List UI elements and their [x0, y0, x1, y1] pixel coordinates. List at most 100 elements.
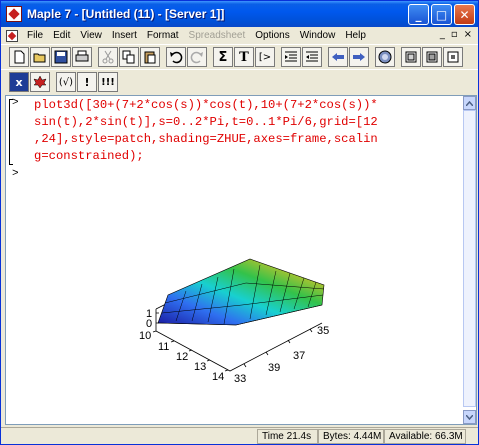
- doc-restore-button[interactable]: ▫: [451, 29, 458, 40]
- open-folder-icon: [33, 53, 46, 63]
- indent-button[interactable]: [281, 47, 301, 67]
- status-bytes: Bytes: 4.44M: [318, 428, 384, 444]
- arrow-right-icon: [353, 53, 365, 61]
- chevron-up-icon: [466, 100, 473, 106]
- execute-all-button[interactable]: !!!: [98, 72, 118, 92]
- main-toolbar: Σ T [>: [1, 44, 478, 69]
- menu-view[interactable]: View: [75, 30, 107, 41]
- open-file-button[interactable]: [30, 47, 50, 67]
- outdent-icon: [306, 51, 318, 62]
- menu-spreadsheet[interactable]: Spreadsheet: [184, 30, 251, 41]
- menu-edit[interactable]: Edit: [48, 30, 75, 41]
- zoom-icon: [405, 51, 417, 63]
- empty-prompt: >: [12, 168, 19, 180]
- stop-icon: [378, 50, 392, 64]
- undo-button[interactable]: [166, 47, 186, 67]
- scissors-icon: [102, 50, 114, 64]
- maple-leaf-icon: [6, 6, 22, 22]
- menu-bar: File Edit View Insert Format Spreadsheet…: [1, 27, 478, 44]
- cut-button[interactable]: [98, 47, 118, 67]
- scroll-down-button[interactable]: [463, 410, 476, 424]
- menu-options[interactable]: Options: [250, 30, 294, 41]
- sigma-button[interactable]: Σ: [213, 47, 233, 67]
- context-toolbar: x (√) ! !!!: [1, 69, 478, 94]
- copy-icon: [122, 50, 135, 64]
- redo-button[interactable]: [187, 47, 207, 67]
- math-mode-button[interactable]: x: [9, 72, 29, 92]
- document-icon[interactable]: [6, 29, 18, 42]
- maximize-button[interactable]: □: [431, 4, 452, 25]
- y-tick-label: 39: [268, 362, 280, 374]
- zoom-out-icon: [447, 51, 459, 63]
- input-prompt: >: [12, 97, 19, 109]
- doc-minimize-button[interactable]: _: [440, 29, 445, 40]
- redo-icon: [190, 51, 203, 64]
- menu-window[interactable]: Window: [295, 30, 341, 41]
- execution-group-button[interactable]: [>: [255, 47, 275, 67]
- title-bar[interactable]: Maple 7 - [Untitled (11) - [Server 1]] _…: [1, 1, 478, 27]
- floppy-disk-icon: [54, 50, 68, 64]
- new-file-button[interactable]: [9, 47, 29, 67]
- input-line: ,24],style=patch,shading=ZHUE,axes=frame…: [34, 132, 378, 146]
- window-title: Maple 7 - [Untitled (11) - [Server 1]]: [27, 7, 225, 21]
- indent-icon: [285, 51, 297, 62]
- x-label: x: [15, 75, 23, 89]
- y-tick-label: 37: [293, 350, 305, 362]
- surface-patch: [157, 258, 325, 326]
- y-tick-label: 33: [234, 373, 246, 385]
- maple-leaf-icon: [33, 75, 47, 89]
- maple-window: Maple 7 - [Untitled (11) - [Server 1]] _…: [0, 0, 479, 445]
- worksheet[interactable]: > plot3d([30+(7+2*cos(s))*cos(t),10+(7+2…: [5, 95, 477, 425]
- undo-icon: [170, 51, 183, 64]
- menu-help[interactable]: Help: [340, 30, 371, 41]
- copy-button[interactable]: [119, 47, 139, 67]
- scroll-thumb[interactable]: [463, 110, 476, 407]
- clipboard-icon: [144, 51, 156, 64]
- status-message: [1, 429, 257, 444]
- window-controls: _ □ ✕: [408, 4, 475, 25]
- y-tick-label: 35: [317, 325, 329, 337]
- x-tick-label: 10: [139, 330, 151, 342]
- scroll-up-button[interactable]: [463, 96, 476, 110]
- plot3d-output[interactable]: 1 0 10 11 12 13 14 33 35 37 39: [128, 251, 368, 391]
- menu-format[interactable]: Format: [142, 30, 184, 41]
- chevron-down-icon: [466, 414, 473, 420]
- minimize-button[interactable]: _: [408, 4, 429, 25]
- status-available: Available: 66.3M: [384, 428, 466, 444]
- zoom-button[interactable]: [401, 47, 421, 67]
- stop-button[interactable]: [375, 47, 395, 67]
- status-bar: Time 21.4s Bytes: 4.44M Available: 66.3M: [1, 427, 478, 444]
- maple-input[interactable]: plot3d([30+(7+2*cos(s))*cos(t),10+(7+2*c…: [34, 97, 469, 165]
- forward-button[interactable]: [349, 47, 369, 67]
- x-tick-label: 12: [176, 351, 188, 363]
- x-tick-label: 14: [212, 371, 224, 383]
- close-button[interactable]: ✕: [454, 4, 475, 25]
- status-time: Time 21.4s: [257, 428, 318, 444]
- new-file-icon: [14, 50, 25, 64]
- sqrt-button[interactable]: (√): [56, 72, 76, 92]
- printer-icon: [75, 50, 89, 62]
- zoom-in-icon: [426, 51, 438, 63]
- save-button[interactable]: [51, 47, 71, 67]
- input-line: g=constrained);: [34, 149, 144, 163]
- menu-file[interactable]: File: [22, 30, 48, 41]
- print-button[interactable]: [72, 47, 92, 67]
- z-tick-label: 0: [146, 318, 152, 330]
- arrow-left-icon: [332, 53, 344, 61]
- x-tick-label: 13: [194, 361, 206, 373]
- zoom-in-button[interactable]: [422, 47, 442, 67]
- doc-close-button[interactable]: ×: [464, 29, 472, 40]
- input-line: plot3d([30+(7+2*cos(s))*cos(t),10+(7+2*c…: [34, 98, 378, 112]
- back-button[interactable]: [328, 47, 348, 67]
- maple-input-button[interactable]: [30, 72, 50, 92]
- text-button[interactable]: T: [234, 47, 254, 67]
- paste-button[interactable]: [140, 47, 160, 67]
- outdent-button[interactable]: [302, 47, 322, 67]
- input-line: sin(t),2*sin(t)],s=0..2*Pi,t=0..1*Pi/6,g…: [34, 115, 378, 129]
- x-tick-label: 11: [158, 341, 169, 353]
- vertical-scrollbar[interactable]: [463, 96, 476, 424]
- execute-button[interactable]: !: [77, 72, 97, 92]
- zoom-out-button[interactable]: [443, 47, 463, 67]
- document-controls: _ ▫ ×: [440, 29, 472, 40]
- menu-insert[interactable]: Insert: [107, 30, 142, 41]
